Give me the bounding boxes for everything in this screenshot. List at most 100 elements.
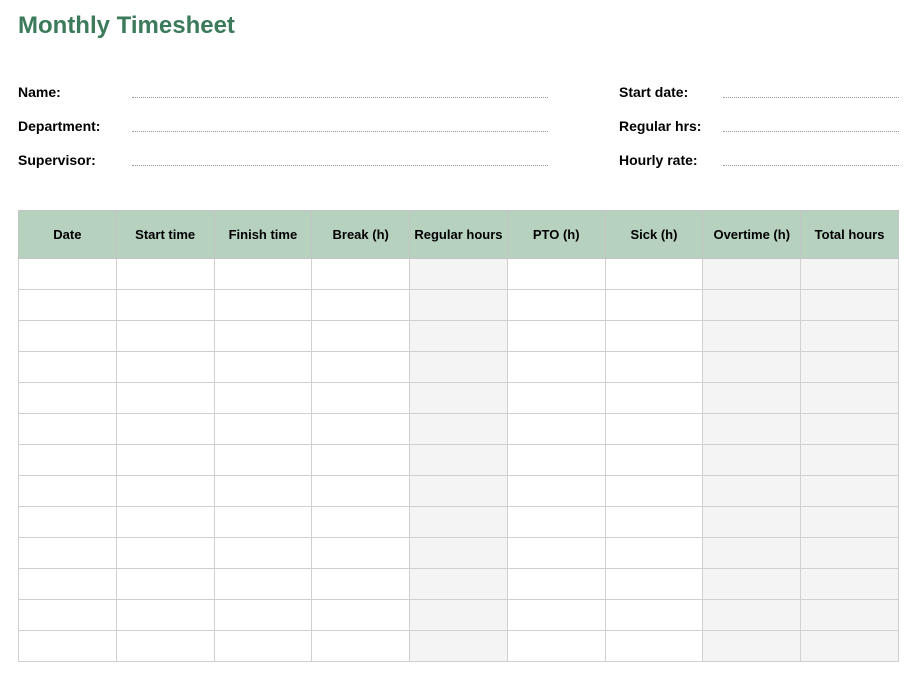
table-cell[interactable] (605, 569, 703, 600)
table-cell[interactable] (801, 290, 899, 321)
table-cell[interactable] (703, 476, 801, 507)
table-cell[interactable] (116, 507, 214, 538)
table-cell[interactable] (116, 445, 214, 476)
field-right-input-line[interactable] (723, 165, 899, 166)
table-cell[interactable] (116, 414, 214, 445)
table-cell[interactable] (605, 414, 703, 445)
table-cell[interactable] (116, 352, 214, 383)
table-cell[interactable] (410, 321, 508, 352)
table-cell[interactable] (19, 445, 117, 476)
table-cell[interactable] (214, 259, 312, 290)
table-cell[interactable] (605, 445, 703, 476)
table-cell[interactable] (214, 600, 312, 631)
table-cell[interactable] (19, 321, 117, 352)
table-cell[interactable] (507, 259, 605, 290)
table-cell[interactable] (801, 259, 899, 290)
table-cell[interactable] (312, 631, 410, 662)
table-cell[interactable] (312, 259, 410, 290)
table-cell[interactable] (801, 352, 899, 383)
table-cell[interactable] (312, 600, 410, 631)
table-cell[interactable] (507, 476, 605, 507)
table-cell[interactable] (703, 569, 801, 600)
table-cell[interactable] (312, 507, 410, 538)
table-cell[interactable] (410, 538, 508, 569)
table-cell[interactable] (507, 569, 605, 600)
table-cell[interactable] (312, 352, 410, 383)
table-cell[interactable] (410, 290, 508, 321)
table-cell[interactable] (410, 352, 508, 383)
table-cell[interactable] (801, 538, 899, 569)
table-cell[interactable] (801, 631, 899, 662)
field-right-input-line[interactable] (723, 97, 899, 98)
table-cell[interactable] (214, 538, 312, 569)
table-cell[interactable] (214, 631, 312, 662)
table-cell[interactable] (19, 352, 117, 383)
table-cell[interactable] (116, 383, 214, 414)
table-cell[interactable] (703, 352, 801, 383)
table-cell[interactable] (507, 352, 605, 383)
table-cell[interactable] (605, 538, 703, 569)
field-left-input-line[interactable] (132, 131, 548, 132)
table-cell[interactable] (410, 569, 508, 600)
table-cell[interactable] (19, 383, 117, 414)
table-cell[interactable] (214, 414, 312, 445)
table-cell[interactable] (410, 476, 508, 507)
table-cell[interactable] (312, 290, 410, 321)
table-cell[interactable] (507, 600, 605, 631)
table-cell[interactable] (801, 445, 899, 476)
table-cell[interactable] (116, 259, 214, 290)
table-cell[interactable] (116, 538, 214, 569)
table-cell[interactable] (605, 631, 703, 662)
table-cell[interactable] (214, 321, 312, 352)
table-cell[interactable] (410, 600, 508, 631)
field-left-input-line[interactable] (132, 165, 548, 166)
table-cell[interactable] (214, 352, 312, 383)
table-cell[interactable] (312, 569, 410, 600)
table-cell[interactable] (214, 569, 312, 600)
table-cell[interactable] (703, 631, 801, 662)
table-cell[interactable] (507, 445, 605, 476)
table-cell[interactable] (312, 445, 410, 476)
table-cell[interactable] (507, 414, 605, 445)
table-cell[interactable] (507, 321, 605, 352)
table-cell[interactable] (507, 631, 605, 662)
table-cell[interactable] (19, 569, 117, 600)
table-cell[interactable] (801, 476, 899, 507)
table-cell[interactable] (312, 383, 410, 414)
table-cell[interactable] (507, 538, 605, 569)
table-cell[interactable] (19, 414, 117, 445)
table-cell[interactable] (312, 538, 410, 569)
table-cell[interactable] (801, 507, 899, 538)
table-cell[interactable] (605, 290, 703, 321)
table-cell[interactable] (214, 507, 312, 538)
table-cell[interactable] (801, 383, 899, 414)
table-cell[interactable] (507, 507, 605, 538)
table-cell[interactable] (801, 569, 899, 600)
table-cell[interactable] (605, 507, 703, 538)
table-cell[interactable] (214, 290, 312, 321)
table-cell[interactable] (410, 383, 508, 414)
table-cell[interactable] (703, 538, 801, 569)
table-cell[interactable] (703, 259, 801, 290)
table-cell[interactable] (116, 600, 214, 631)
table-cell[interactable] (19, 600, 117, 631)
table-cell[interactable] (312, 414, 410, 445)
table-cell[interactable] (605, 600, 703, 631)
table-cell[interactable] (605, 259, 703, 290)
table-cell[interactable] (312, 476, 410, 507)
table-cell[interactable] (214, 445, 312, 476)
table-cell[interactable] (19, 259, 117, 290)
table-cell[interactable] (703, 600, 801, 631)
table-cell[interactable] (703, 383, 801, 414)
field-left-input-line[interactable] (132, 97, 548, 98)
table-cell[interactable] (507, 290, 605, 321)
table-cell[interactable] (410, 507, 508, 538)
table-cell[interactable] (410, 445, 508, 476)
table-cell[interactable] (19, 290, 117, 321)
table-cell[interactable] (312, 321, 410, 352)
table-cell[interactable] (116, 290, 214, 321)
table-cell[interactable] (605, 476, 703, 507)
table-cell[interactable] (410, 259, 508, 290)
table-cell[interactable] (116, 321, 214, 352)
table-cell[interactable] (19, 476, 117, 507)
